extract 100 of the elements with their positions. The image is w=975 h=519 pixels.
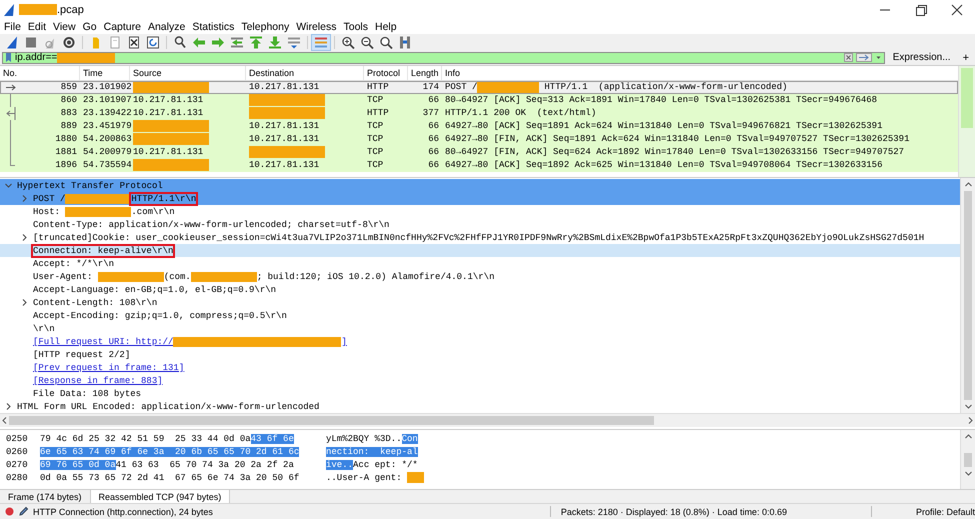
cell-text: TCP [367, 121, 384, 132]
apply-arrow-icon[interactable] [856, 53, 872, 62]
scrollbar-thumb[interactable] [961, 68, 973, 128]
column-header[interactable]: Protocol [364, 66, 408, 80]
menu-item[interactable]: File [4, 20, 21, 33]
ascii-text: nection: keep-al [326, 446, 418, 457]
tab[interactable]: Reassembled TCP (947 bytes) [90, 490, 230, 504]
column-header[interactable]: Length [408, 66, 442, 80]
hex-bytes: 69 76 65 0d 0a [40, 460, 116, 470]
tree-row[interactable]: POST / HTTP/1.1\r\n [0, 192, 960, 206]
column-header[interactable]: Source [130, 66, 246, 80]
status-text: Packets: 2180 · Displayed: 18 (0.8%) · Load time: 0:0.69 [560, 506, 787, 517]
menu-item[interactable]: Wireless [296, 20, 336, 33]
filter-field[interactable]: ip.addr== [2, 52, 885, 64]
scrollbar[interactable] [960, 178, 975, 414]
menu-item[interactable]: View [53, 20, 76, 33]
scroll-down-icon[interactable] [964, 469, 972, 478]
menu-item[interactable]: Analyze [148, 20, 186, 33]
bookmark-icon[interactable] [5, 52, 12, 64]
scroll-down-icon[interactable] [964, 402, 972, 412]
tree-row[interactable]: Content-Length: 108\r\n [0, 296, 960, 310]
tree-row[interactable]: Hypertext Transfer Protocol [0, 179, 960, 192]
cell-text: HTTP [367, 82, 389, 92]
packet-row[interactable]: 889 23.451979 10.217.81.131 TCP 66 64927→80 [ACK] Seq=1891 Ack=624 Win=131840 Len=0 TSval=949676821 TSecr=1302625391 [0, 120, 958, 133]
scrollbar-thumb[interactable] [964, 453, 972, 468]
go-to-packet-icon[interactable] [228, 34, 246, 50]
first-packet-icon[interactable] [247, 34, 265, 50]
link[interactable]: [Response in frame: 883] [33, 376, 163, 386]
tree-row[interactable]: [HTTP request 2/2] [0, 348, 960, 362]
scrollbar-thumb[interactable] [9, 416, 654, 426]
hex-bytes: 0d 0a 55 73 65 72 2d 41 67 65 6e 74 3a 20 50 6f [40, 472, 300, 483]
list-arrow-icon[interactable] [285, 34, 303, 50]
column-header[interactable]: Time [80, 66, 130, 80]
scroll-right-icon[interactable] [966, 416, 975, 426]
menu-item[interactable]: Help [375, 20, 397, 33]
tree-row[interactable]: Connection: keep-alive\r\n [0, 244, 960, 258]
scrollbar[interactable] [958, 66, 975, 178]
packet-row[interactable]: 1881 54.200979 10.217.81.131 TCP 66 80→64927 [FIN, ACK] Seq=624 Ack=1892 Win=17840 Len=0 TSval=1302633156 TSecr=949707527 [0, 146, 958, 159]
scrollbar-thumb[interactable] [964, 191, 972, 400]
last-packet-icon[interactable] [266, 34, 284, 50]
scroll-left-icon[interactable] [0, 416, 9, 426]
scrollbar[interactable] [960, 430, 975, 490]
chevron-right-icon[interactable] [20, 233, 29, 242]
tree-row[interactable]: [Full request URI: http:// ] [0, 335, 960, 348]
window-title: .pcap [57, 4, 84, 16]
packet-row[interactable]: 1880 54.200863 10.217.81.131 TCP 66 64927→80 [FIN, ACK] Seq=1891 Ack=624 Win=131840 Len=0 TSval=949707527 TSecr=1302625391 [0, 132, 958, 146]
right-arrow-icon[interactable] [209, 34, 227, 50]
menu-item[interactable]: Edit [28, 20, 46, 33]
tree-item-text: Accept-Language: en-GB;q=1.0, el-GB;q=0.9\r\n [33, 284, 276, 295]
tree-row[interactable]: HTML Form URL Encoded: application/x-www-form-urlencoded [0, 400, 960, 414]
status-text[interactable]: Profile: Default [916, 506, 975, 517]
tree-item-text: [HTTP request 2/2] [33, 350, 130, 360]
status-text: HTTP Connection (http.connection), 24 bytes [33, 506, 213, 517]
tab[interactable]: Frame (174 bytes) [0, 490, 90, 504]
add-filter-button[interactable]: + [958, 52, 973, 64]
tree-row[interactable]: File Data: 108 bytes [0, 387, 960, 400]
packet-row[interactable]: 1896 54.735594 10.217.81.131 TCP 66 64927→80 [ACK] Seq=1892 Ack=625 Win=131840 Len=0 TSval=949708064 TSecr=1302633156 [0, 158, 958, 172]
tree-row[interactable]: Accept-Language: en-GB;q=1.0, el-GB;q=0.9\r\n [0, 283, 960, 296]
tree-row[interactable]: Host: .com\r\n [0, 205, 960, 218]
menu-item[interactable]: Tools [343, 20, 368, 33]
column-header[interactable]: Destination [246, 66, 364, 80]
link[interactable]: [Prev request in frame: 131] [33, 362, 184, 373]
reload-icon[interactable] [144, 34, 162, 50]
cell-text: 54.200979 [83, 147, 132, 158]
packet-row[interactable]: 859 23.101902 10.217.81.131 HTTP 174 POST / HTTP/1.1 (application/x-www-form-urlencoded) [0, 80, 958, 94]
tree-item-text: Host: [33, 206, 62, 217]
tree-row[interactable]: Content-Type: application/x-www-form-urlencoded; charset=utf-8\r\n [0, 218, 960, 232]
tree-row[interactable]: Accept-Encoding: gzip;q=1.0, compress;q=0.5\r\n [0, 309, 960, 322]
menu-item[interactable]: Telephony [241, 20, 290, 33]
packet-row[interactable]: 883 23.139422 10.217.81.131 HTTP 377 HTTP/1.1 200 OK (text/html) [0, 106, 958, 120]
redaction-bar [65, 194, 132, 204]
colored-lines-icon[interactable] [312, 34, 330, 50]
scrollbar[interactable] [0, 413, 975, 428]
cell-text: TCP [367, 160, 384, 170]
cell-text: HTTP/1.1 200 OK (text/html) [445, 108, 596, 118]
expression-button[interactable]: Expression... [888, 52, 955, 64]
chevron-right-icon[interactable] [4, 402, 13, 412]
menu-item[interactable]: Capture [104, 20, 141, 33]
tree-row[interactable]: Accept: */*\r\n [0, 257, 960, 270]
tree-row[interactable]: [truncated]Cookie: user_cookieuser_session=cWi4t3ua7VLIP2o371LmBIN0ncfHHy%2FVc%2FHfFPJ1YR0IPDF9NwRry%2BSmLdixE%2BpwOfa1P3b5TExA25RpFt3xZQUHQ362EbYjo9OLukZsHSG27d501H [0, 231, 960, 244]
chevron-right-icon[interactable] [20, 298, 29, 308]
packet-row[interactable]: 860 23.101907 10.217.81.131 TCP 66 80→64927 [ACK] Seq=313 Ack=1891 Win=17840 Len=0 TSval=1302625381 TSecr=949676468 [0, 94, 958, 107]
cell-text: 860 [60, 95, 77, 106]
menu-item[interactable]: Statistics [192, 20, 234, 33]
link[interactable]: ] [341, 336, 347, 347]
chevron-down-icon[interactable] [4, 181, 13, 190]
shark-fin-icon [2, 2, 16, 17]
tree-row[interactable]: [Prev request in frame: 131] [0, 361, 960, 374]
column-header[interactable]: No. [0, 66, 80, 80]
redaction-bar [19, 4, 57, 16]
tree-row[interactable]: [Response in frame: 883] [0, 374, 960, 388]
clear-icon[interactable] [844, 53, 853, 62]
tree-row[interactable]: \r\n [0, 322, 960, 336]
column-header[interactable]: Info [442, 66, 958, 80]
tree-row[interactable]: User-Agent: (com. ; build:120; iOS 10.2.0) Alamofire/4.0.1\r\n [0, 270, 960, 284]
cell-text: 66 [428, 160, 439, 170]
status-dot-icon[interactable] [5, 507, 14, 516]
menu-item[interactable]: Go [82, 20, 97, 33]
pencil-icon[interactable] [18, 506, 29, 518]
link[interactable]: [Full request URI: http:// [33, 336, 174, 347]
